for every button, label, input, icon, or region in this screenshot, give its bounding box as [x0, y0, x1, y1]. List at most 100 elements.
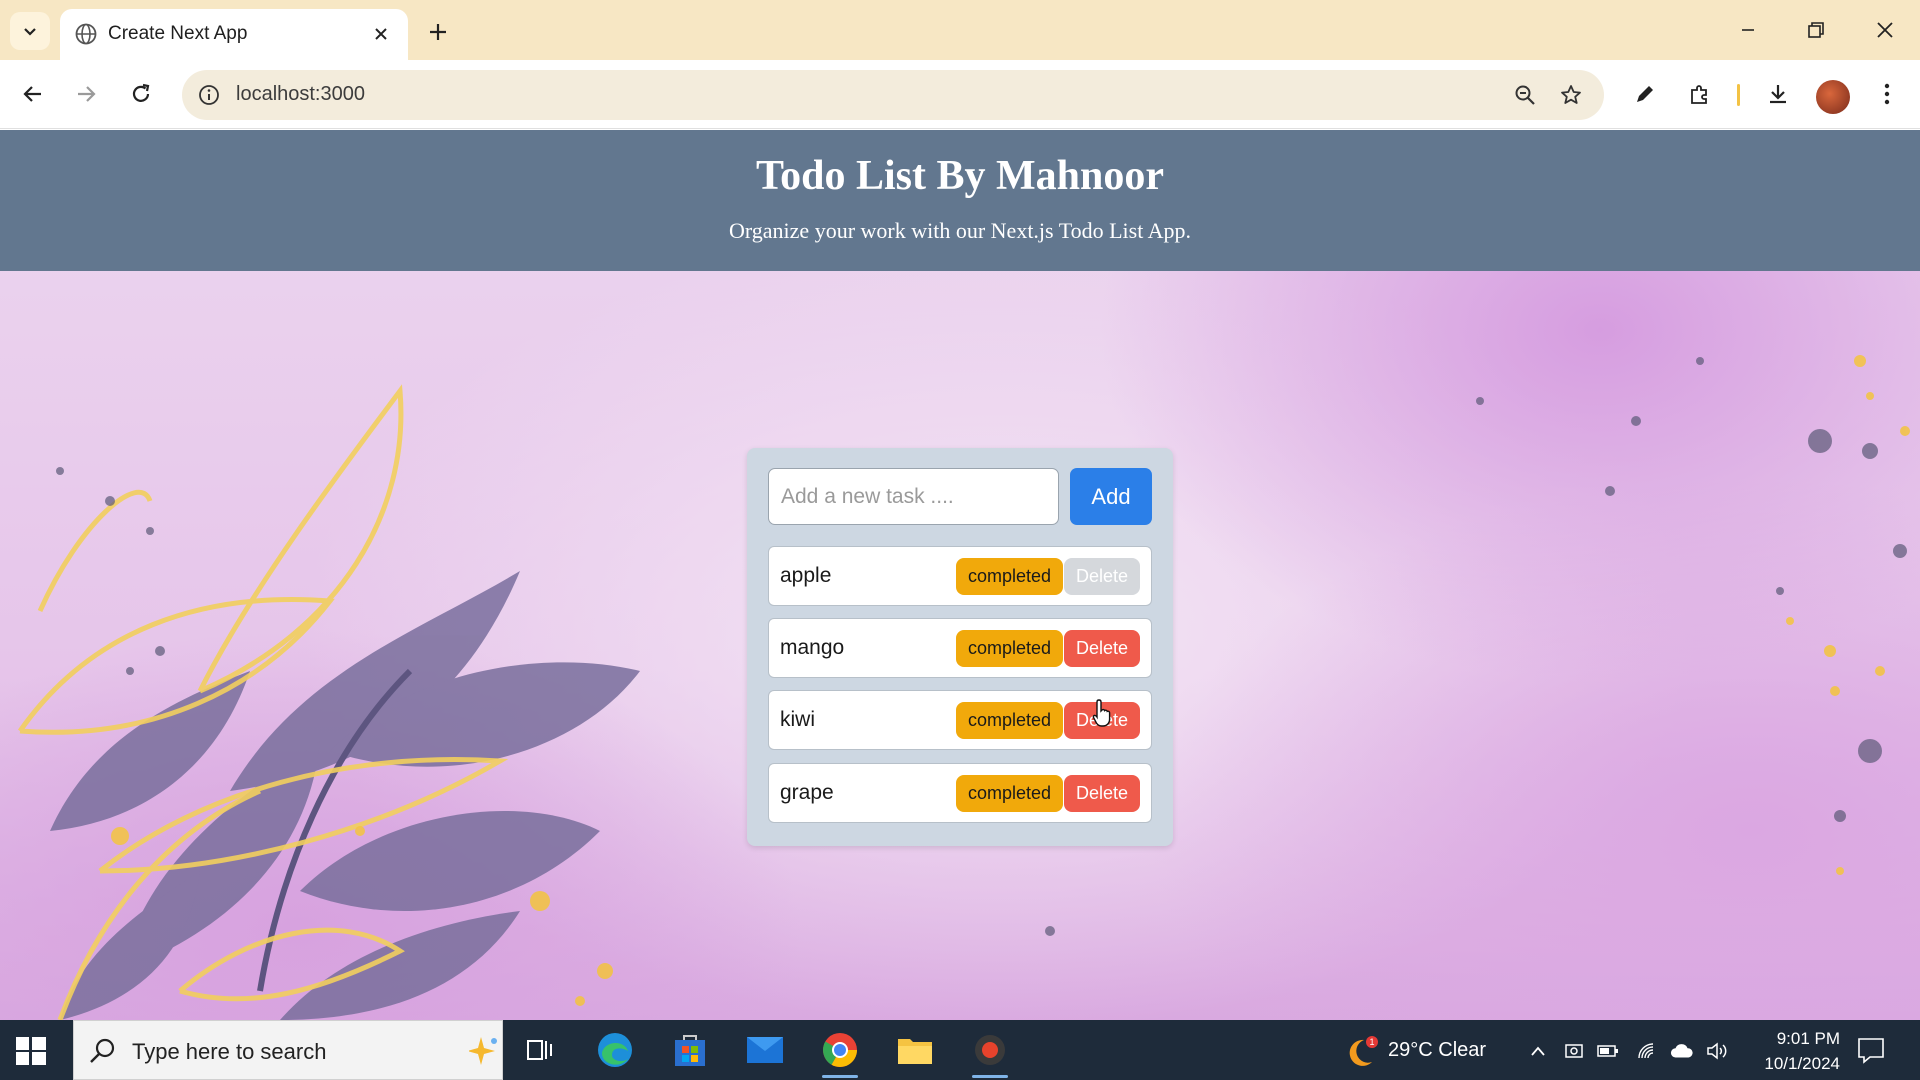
browser-menu-button[interactable]	[1870, 77, 1904, 111]
todo-card: Add apple completed Delete mango complet…	[747, 448, 1173, 846]
browser-toolbar: localhost:3000	[0, 60, 1920, 129]
add-task-button[interactable]: Add	[1070, 468, 1152, 525]
store-icon	[675, 1035, 705, 1066]
system-clock[interactable]: 9:01 PM 10/1/2024	[1740, 1026, 1840, 1076]
site-info-button[interactable]	[194, 80, 224, 110]
notification-center-icon[interactable]	[1856, 1036, 1886, 1064]
tab-search-button[interactable]	[10, 12, 50, 50]
browser-tab[interactable]: Create Next App	[60, 9, 408, 60]
restore-button[interactable]	[1788, 8, 1844, 52]
chevron-down-icon	[24, 28, 36, 36]
new-task-input[interactable]	[768, 468, 1059, 525]
todo-item: mango completed Delete	[768, 618, 1152, 678]
zoom-button[interactable]	[1510, 80, 1540, 110]
reload-icon	[132, 83, 150, 102]
hand-cursor-icon	[1092, 699, 1111, 727]
bookmark-button[interactable]	[1556, 80, 1586, 110]
chrome-icon	[823, 1033, 857, 1067]
minimize-icon	[1742, 29, 1754, 31]
plus-icon	[430, 24, 446, 40]
downloads-button[interactable]	[1761, 77, 1795, 111]
download-icon	[1770, 85, 1786, 104]
close-icon	[375, 28, 387, 40]
restore-icon	[1808, 22, 1824, 38]
extensions-button[interactable]	[1683, 77, 1717, 111]
forward-button[interactable]	[65, 73, 107, 115]
app-header: Todo List By Mahnoor Organize your work …	[0, 130, 1920, 271]
edge-icon	[598, 1033, 632, 1067]
meet-now-tray-button[interactable]	[1562, 1040, 1586, 1062]
weather-badge: 1	[1369, 1037, 1374, 1047]
delete-button[interactable]: Delete	[1064, 775, 1140, 812]
wifi-icon	[1638, 1043, 1654, 1059]
reload-button[interactable]	[120, 73, 162, 115]
onedrive-tray-button[interactable]	[1670, 1040, 1694, 1062]
record-icon	[975, 1035, 1005, 1065]
zoom-out-icon	[1515, 85, 1535, 105]
todo-text: apple	[780, 564, 832, 587]
tab-title: Create Next App	[108, 23, 248, 44]
star-icon	[1561, 85, 1581, 104]
todo-item: grape completed Delete	[768, 763, 1152, 823]
delete-button[interactable]: Delete	[1064, 558, 1140, 595]
mail-app-button[interactable]	[735, 1026, 795, 1074]
store-app-button[interactable]	[660, 1026, 720, 1074]
mail-icon	[747, 1037, 783, 1063]
camera-icon	[1565, 1044, 1583, 1058]
completed-button[interactable]: completed	[956, 558, 1063, 595]
arrow-right-icon	[78, 86, 96, 102]
cloud-icon	[1670, 1044, 1693, 1058]
toolbar-separator	[1737, 84, 1740, 106]
address-bar[interactable]: localhost:3000	[182, 70, 1604, 120]
new-tab-button[interactable]	[420, 14, 456, 50]
windows-taskbar: Type here to search 1 29°C Clear 9:01 PM…	[0, 1020, 1920, 1080]
extension-pen-button[interactable]	[1628, 77, 1662, 111]
completed-button[interactable]: completed	[956, 775, 1063, 812]
sparkle-icon	[469, 1037, 497, 1065]
delete-button[interactable]: Delete	[1064, 630, 1140, 667]
browser-tab-strip: Create Next App	[0, 0, 1920, 60]
network-tray-button[interactable]	[1636, 1040, 1660, 1062]
clock-date: 10/1/2024	[1764, 1054, 1840, 1073]
chrome-app-button[interactable]	[810, 1026, 870, 1078]
active-app-indicator	[822, 1075, 858, 1078]
todo-item: apple completed Delete	[768, 546, 1152, 606]
completed-button[interactable]: completed	[956, 630, 1063, 667]
profile-avatar[interactable]	[1816, 80, 1850, 114]
back-button[interactable]	[12, 73, 54, 115]
url-text: localhost:3000	[236, 83, 365, 105]
edge-app-button[interactable]	[585, 1026, 645, 1074]
weather-moon-icon: 1	[1349, 1036, 1378, 1066]
arrow-left-icon	[23, 86, 41, 102]
speaker-icon	[1707, 1042, 1727, 1060]
globe-icon	[75, 23, 97, 45]
recorder-app-button[interactable]	[960, 1026, 1020, 1078]
app-subtitle: Organize your work with our Next.js Todo…	[728, 218, 1192, 243]
windows-start-icon[interactable]	[14, 1034, 48, 1068]
active-app-indicator	[972, 1075, 1008, 1078]
file-explorer-app-button[interactable]	[885, 1026, 945, 1074]
more-vertical-icon	[1884, 83, 1890, 105]
weather-text: 29°C Clear	[1388, 1039, 1487, 1061]
task-view-icon	[527, 1040, 552, 1060]
folder-icon	[898, 1039, 932, 1064]
completed-button[interactable]: completed	[956, 702, 1063, 739]
todo-text: kiwi	[780, 708, 815, 731]
task-view-button[interactable]	[510, 1026, 570, 1074]
volume-tray-button[interactable]	[1706, 1040, 1730, 1062]
puzzle-icon	[1691, 85, 1707, 104]
close-window-button[interactable]	[1857, 8, 1913, 52]
battery-tray-button[interactable]	[1596, 1040, 1620, 1062]
pen-icon	[1637, 86, 1653, 102]
close-icon	[1877, 22, 1893, 38]
show-hidden-icons-button[interactable]	[1526, 1040, 1550, 1062]
close-tab-button[interactable]	[368, 21, 394, 47]
weather-widget[interactable]: 1 29°C Clear	[1342, 1036, 1502, 1066]
battery-icon	[1597, 1045, 1618, 1057]
info-icon	[199, 85, 219, 105]
clock-time: 9:01 PM	[1776, 1029, 1840, 1048]
todo-text: grape	[780, 781, 834, 804]
taskbar-search-box[interactable]: Type here to search	[73, 1020, 503, 1080]
todo-text: mango	[780, 636, 845, 659]
minimize-button[interactable]	[1720, 8, 1776, 52]
